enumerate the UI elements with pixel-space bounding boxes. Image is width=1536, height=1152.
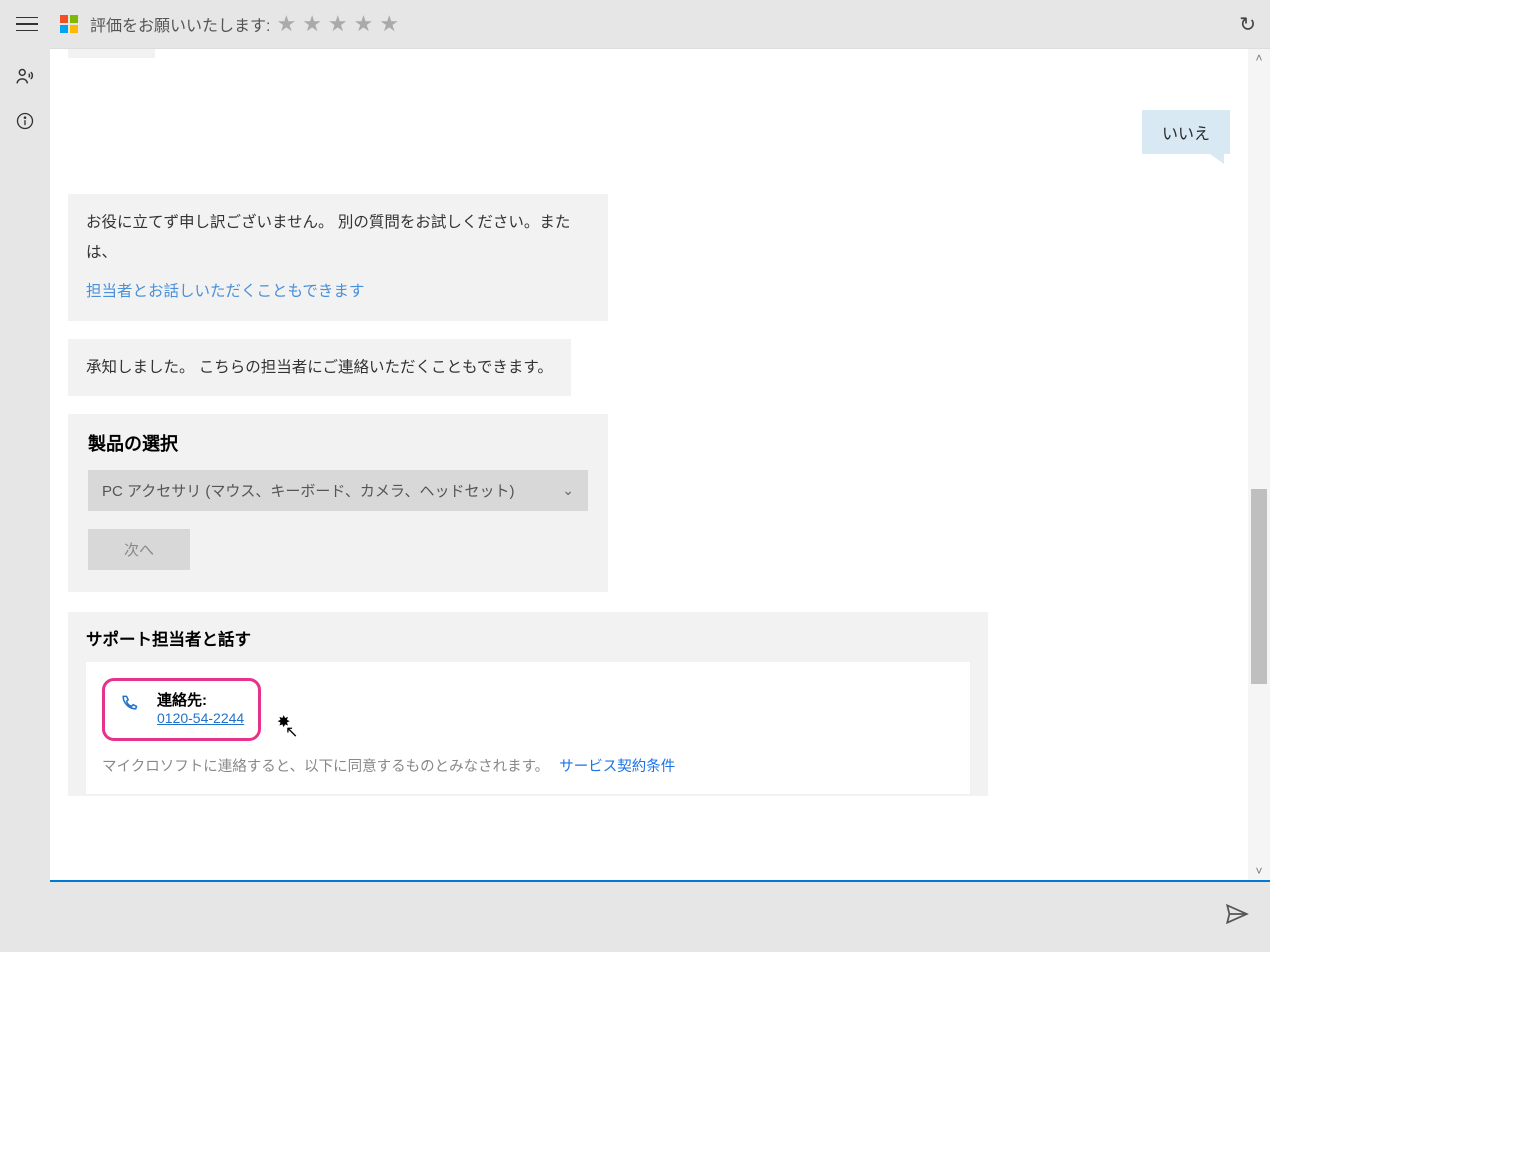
quick-reply-prev[interactable]: いいえ bbox=[68, 49, 155, 58]
chat-scroll: いいえ いいえ お役に立てず申し訳ございません。 別の質問をお試しください。また… bbox=[50, 49, 1248, 880]
contact-info: 連絡先: 0120-54-2244 bbox=[157, 689, 244, 728]
consent-body: マイクロソフトに連絡すると、以下に同意するものとみなされます。 bbox=[102, 759, 549, 775]
product-select-card: 製品の選択 PC アクセサリ (マウス、キーボード、カメラ、ヘッドセット) ⌄ … bbox=[68, 414, 608, 592]
chevron-down-icon: ⌄ bbox=[562, 482, 574, 499]
input-bar[interactable] bbox=[50, 880, 1270, 952]
scroll-thumb[interactable] bbox=[1251, 489, 1267, 684]
star-icon[interactable]: ★ bbox=[379, 11, 399, 37]
microsoft-logo-icon bbox=[60, 15, 78, 33]
phone-link[interactable]: 0120-54-2244 bbox=[157, 710, 244, 726]
select-value: PC アクセサリ (マウス、キーボード、カメラ、ヘッドセット) bbox=[102, 480, 515, 501]
scroll-down-icon[interactable]: ˅ bbox=[1255, 864, 1262, 878]
product-select[interactable]: PC アクセサリ (マウス、キーボード、カメラ、ヘッドセット) ⌄ bbox=[88, 470, 588, 511]
app-header: 評価をお願いいたします: ★ ★ ★ ★ ★ ↻ bbox=[0, 0, 1270, 48]
send-icon[interactable] bbox=[1224, 901, 1250, 934]
support-inner: 連絡先: 0120-54-2244 ✸ ↖ マイクロソフトに連絡すると、以下に同… bbox=[86, 662, 970, 794]
contact-label: 連絡先: bbox=[157, 689, 244, 710]
bot-text: お役に立てず申し訳ございません。 別の質問をお試しください。または、 bbox=[86, 214, 570, 260]
tos-link[interactable]: サービス契約条件 bbox=[559, 759, 675, 775]
rating-prompt: 評価をお願いいたします: bbox=[90, 12, 270, 36]
star-icon[interactable]: ★ bbox=[276, 11, 296, 37]
star-icon[interactable]: ★ bbox=[302, 11, 322, 37]
refresh-icon[interactable]: ↻ bbox=[1239, 12, 1256, 37]
rating-stars: ★ ★ ★ ★ ★ bbox=[276, 11, 399, 37]
card-title: 製品の選択 bbox=[88, 430, 588, 456]
content-area: いいえ いいえ お役に立てず申し訳ございません。 別の質問をお試しください。また… bbox=[50, 48, 1270, 880]
info-icon[interactable] bbox=[14, 110, 36, 132]
support-card: サポート担当者と話す 連絡先: 0120-54-2244 ✸ ↖ bbox=[68, 612, 988, 796]
menu-icon[interactable] bbox=[16, 12, 40, 36]
agent-icon[interactable] bbox=[14, 66, 36, 88]
bot-message: お役に立てず申し訳ございません。 別の質問をお試しください。または、 担当者とお… bbox=[68, 194, 608, 320]
card-title: サポート担当者と話す bbox=[86, 626, 970, 650]
user-message-text: いいえ bbox=[1162, 126, 1210, 143]
talk-to-agent-link[interactable]: 担当者とお話しいただくこともできます bbox=[86, 277, 590, 306]
consent-text: マイクロソフトに連絡すると、以下に同意するものとみなされます。 サービス契約条件 bbox=[102, 755, 954, 776]
contact-highlight: 連絡先: 0120-54-2244 ✸ ↖ bbox=[102, 678, 261, 741]
bot-text: 承知しました。 こちらの担当者にご連絡いただくこともできます。 bbox=[86, 359, 553, 376]
scroll-up-icon[interactable]: ˄ bbox=[1255, 51, 1262, 65]
star-icon[interactable]: ★ bbox=[354, 11, 374, 37]
left-rail bbox=[0, 48, 50, 952]
user-message: いいえ bbox=[1142, 110, 1230, 154]
next-button[interactable]: 次へ bbox=[88, 529, 190, 570]
bot-message: 承知しました。 こちらの担当者にご連絡いただくこともできます。 bbox=[68, 339, 571, 396]
cursor-icon: ↖ bbox=[285, 722, 298, 742]
star-icon[interactable]: ★ bbox=[328, 11, 348, 37]
phone-icon bbox=[119, 693, 139, 719]
scrollbar[interactable]: ˄ ˅ bbox=[1248, 49, 1270, 880]
